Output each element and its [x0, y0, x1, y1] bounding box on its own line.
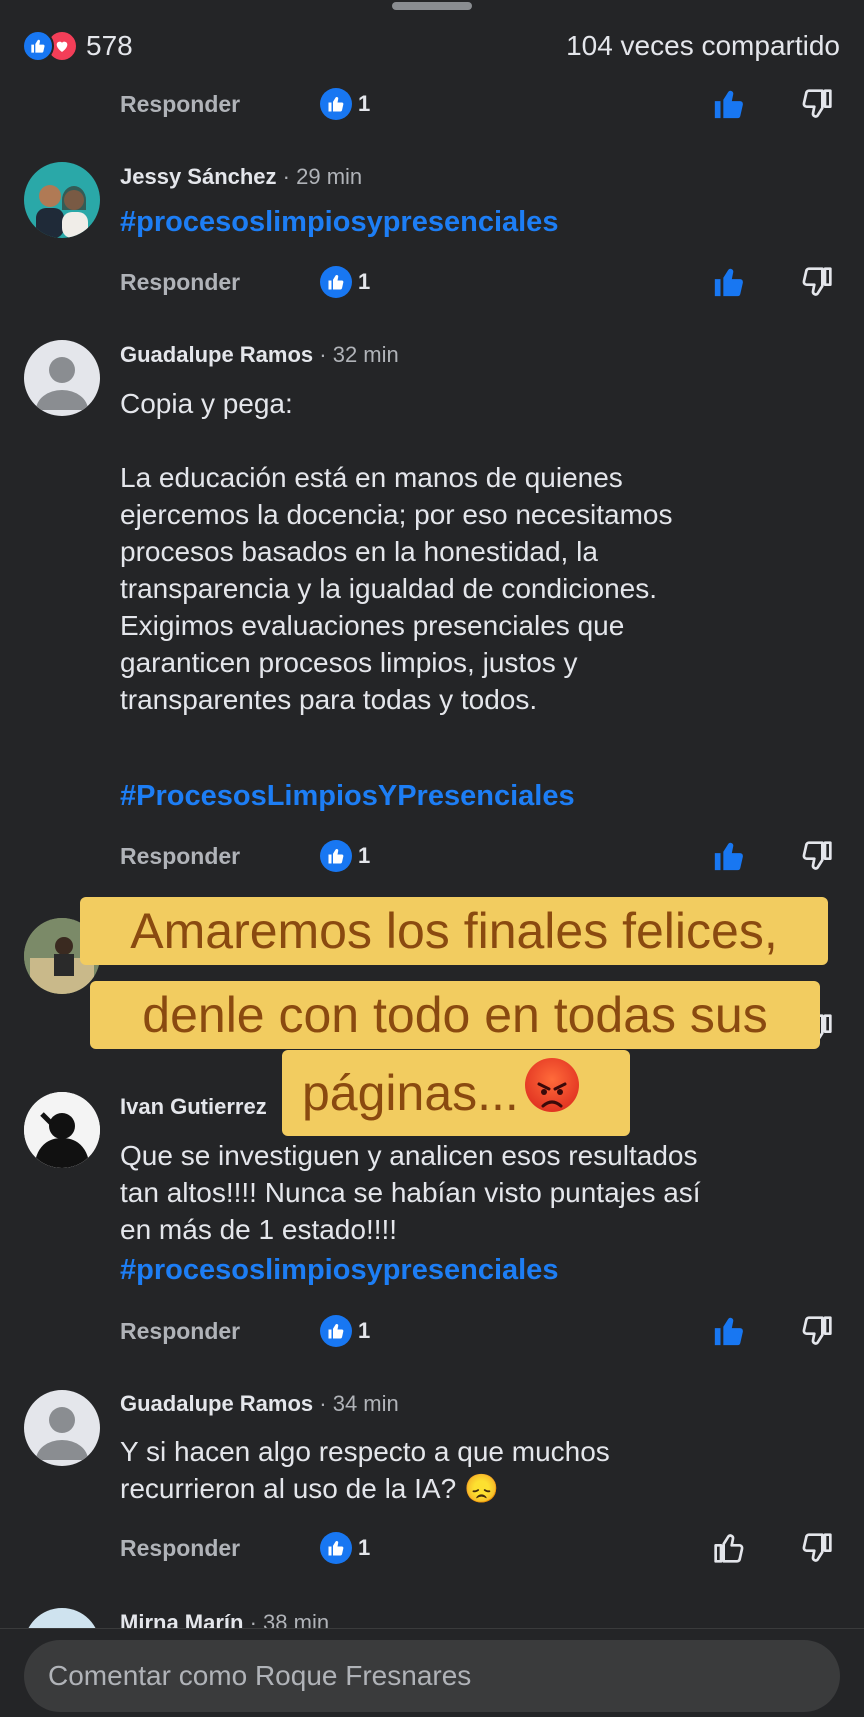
- like-badge-icon: [320, 88, 352, 120]
- thumbs-up-icon[interactable]: [710, 85, 748, 123]
- hashtag-link[interactable]: #procesoslimpiosypresenciales: [120, 206, 558, 239]
- like-badge-icon: [320, 266, 352, 298]
- timestamp: · 32 min: [319, 342, 399, 367]
- avatar[interactable]: [24, 340, 100, 416]
- like-badge-icon: [320, 1315, 352, 1347]
- sheet-drag-handle[interactable]: [392, 2, 472, 10]
- comment-header: Guadalupe Ramos · 32 min: [120, 342, 399, 368]
- comment-header: Jessy Sánchez · 29 min: [120, 164, 362, 190]
- caption-line-3: páginas...: [282, 1050, 630, 1136]
- caption-line-1: Amaremos los finales felices,: [80, 897, 828, 965]
- like-badge-icon: [320, 840, 352, 872]
- like-count-badge[interactable]: 1: [320, 1315, 370, 1347]
- like-count-badge[interactable]: 1: [320, 840, 370, 872]
- thumbs-down-icon[interactable]: [798, 1312, 836, 1350]
- reply-button[interactable]: Responder: [120, 1535, 320, 1562]
- author-name[interactable]: Ivan Gutierrez: [120, 1094, 267, 1119]
- comment-actions: Responder 1: [120, 836, 840, 876]
- comment-header: Guadalupe Ramos · 34 min: [120, 1391, 399, 1417]
- thumbs-down-icon[interactable]: [798, 837, 836, 875]
- reply-button[interactable]: Responder: [120, 269, 320, 296]
- reaction-count: 578: [86, 30, 133, 61]
- avatar[interactable]: [24, 1092, 100, 1168]
- thumbs-up-icon[interactable]: [710, 1312, 748, 1350]
- like-count: 1: [358, 1535, 371, 1560]
- comment-input[interactable]: [24, 1640, 840, 1712]
- like-count-badge[interactable]: 1: [320, 88, 370, 120]
- hashtag-link[interactable]: #ProcesosLimpiosYPresenciales: [120, 780, 575, 813]
- shares-count[interactable]: 104 veces compartido: [566, 30, 840, 62]
- like-count-badge[interactable]: 1: [320, 266, 370, 298]
- like-count-badge[interactable]: 1: [320, 1532, 370, 1564]
- like-count: 1: [358, 1318, 371, 1343]
- comment-header: Ivan Gutierrez: [120, 1094, 267, 1120]
- timestamp: · 34 min: [319, 1391, 399, 1416]
- reply-button[interactable]: Responder: [120, 91, 320, 118]
- timestamp: · 29 min: [282, 164, 363, 189]
- reply-button[interactable]: Responder: [120, 1318, 320, 1345]
- hashtag-link[interactable]: #procesoslimpiosypresenciales: [120, 1254, 558, 1287]
- author-name[interactable]: Guadalupe Ramos: [120, 342, 313, 367]
- comment-actions: Responder 1: [120, 84, 840, 124]
- like-badge-icon: [320, 1532, 352, 1564]
- comment-actions: Responder 1: [120, 1528, 840, 1568]
- like-count: 1: [358, 843, 371, 868]
- like-reaction-icon: [22, 30, 54, 62]
- thumbs-up-icon[interactable]: [710, 263, 748, 301]
- angry-face-icon: [524, 1058, 579, 1112]
- comment-actions: Responder 1: [120, 262, 840, 302]
- comment-text: Copia y pega: La educación está en manos…: [120, 388, 673, 715]
- comment-text: Que se investiguen y analicen esos resul…: [120, 1140, 701, 1245]
- reply-button[interactable]: Responder: [120, 843, 320, 870]
- thumbs-down-icon[interactable]: [798, 85, 836, 123]
- thumbs-up-icon[interactable]: [710, 837, 748, 875]
- caption-line-2: denle con todo en todas sus: [90, 981, 820, 1049]
- thumbs-up-icon[interactable]: [710, 1529, 748, 1567]
- comment-text: Y si hacen algo respecto a que muchos re…: [120, 1436, 610, 1504]
- caption-line-3-text: páginas...: [302, 1065, 519, 1121]
- avatar[interactable]: [24, 162, 100, 238]
- thumbs-down-icon[interactable]: [798, 1529, 836, 1567]
- author-name[interactable]: Guadalupe Ramos: [120, 1391, 313, 1416]
- like-count: 1: [358, 269, 371, 294]
- thumbs-down-icon[interactable]: [798, 263, 836, 301]
- author-name[interactable]: Jessy Sánchez: [120, 164, 277, 189]
- comment-actions: Responder 1: [120, 1311, 840, 1351]
- avatar[interactable]: [24, 1390, 100, 1466]
- reactions-summary[interactable]: 578: [22, 30, 133, 62]
- like-count: 1: [358, 91, 371, 116]
